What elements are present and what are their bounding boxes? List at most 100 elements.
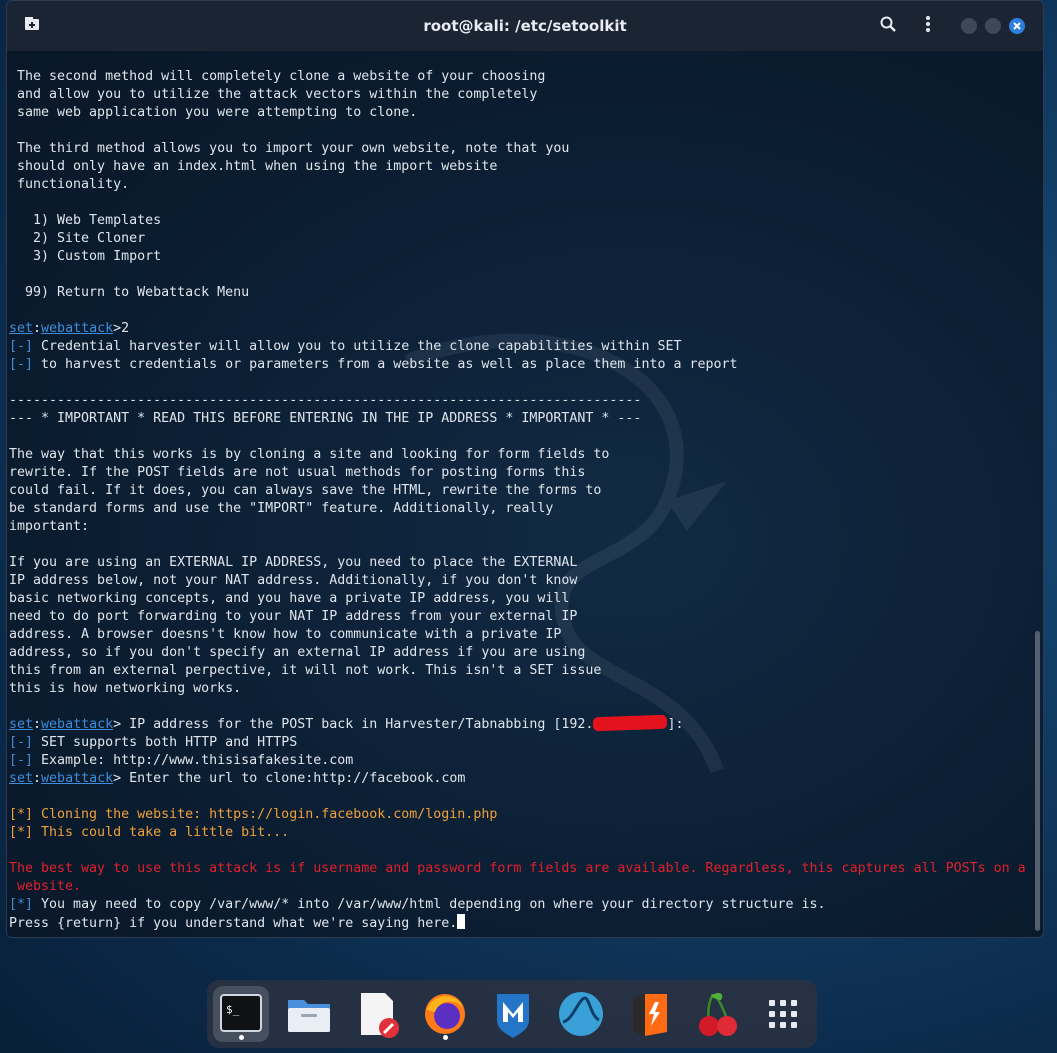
terminal-text-segment: to harvest credentials or parameters fro… <box>33 357 738 372</box>
terminal-text-segment: [-] <box>9 357 34 372</box>
terminal-text-segment: 2) Site Cloner <box>9 231 146 246</box>
terminal-line: [-] SET supports both HTTP and HTTPS <box>9 734 1026 752</box>
terminal-line: --- * IMPORTANT * READ THIS BEFORE ENTER… <box>9 410 1026 428</box>
terminal-text-segment: Credential harvester will allow you to u… <box>33 339 682 354</box>
dock-item-files[interactable] <box>281 986 337 1042</box>
terminal-text-segment: IP address below, not your NAT address. … <box>9 573 578 588</box>
terminal-line: should only have an index.html when usin… <box>9 158 1026 176</box>
menu-kebab-icon[interactable] <box>917 15 939 37</box>
terminal-line: [*] This could take a little bit... <box>9 824 1026 842</box>
dock-item-cherrytree[interactable] <box>689 986 745 1042</box>
terminal-window: root@kali: /etc/setoolkit The second met… <box>6 0 1044 938</box>
terminal-line: The second method will completely clone … <box>9 68 1026 86</box>
terminal-text-segment: set <box>9 321 34 336</box>
terminal-icon: $_ <box>220 994 262 1032</box>
search-icon[interactable] <box>877 15 899 37</box>
terminal-line: 2) Site Cloner <box>9 230 1026 248</box>
svg-text:$_: $_ <box>226 1003 240 1016</box>
terminal-line: [*] You may need to copy /var/www/* into… <box>9 896 1026 914</box>
terminal-text-segment: ----------------------------------------… <box>9 393 642 408</box>
dock-item-burpsuite[interactable] <box>621 986 677 1042</box>
maximize-button[interactable] <box>985 18 1001 34</box>
terminal-text-segment: website. <box>9 879 82 894</box>
terminal-line: [-] to harvest credentials or parameters… <box>9 356 1026 374</box>
text-editor-icon <box>361 993 399 1038</box>
terminal-text-segment: [*] This could take a little bit... <box>9 825 290 840</box>
terminal-line: [-] Example: http://www.thisisafakesite.… <box>9 752 1026 770</box>
terminal-line: website. <box>9 878 1026 896</box>
terminal-text-segment: important: <box>9 519 90 534</box>
terminal-line: ----------------------------------------… <box>9 392 1026 410</box>
terminal-line: 1) Web Templates <box>9 212 1026 230</box>
dock: $_ <box>207 980 817 1048</box>
title-bar[interactable]: root@kali: /etc/setoolkit <box>7 1 1043 51</box>
terminal-text-segment: Example: http://www.thisisafakesite.com <box>33 753 354 768</box>
terminal-text-segment: The third method allows you to import yo… <box>9 141 570 156</box>
terminal-line: 99) Return to Webattack Menu <box>9 284 1026 302</box>
terminal-text-segment: : <box>33 717 42 732</box>
terminal-line: this from an external perpective, it wil… <box>9 662 1026 680</box>
terminal-line: set:webattack> Enter the url to clone:ht… <box>9 770 1026 788</box>
dock-item-text-editor[interactable] <box>349 986 405 1042</box>
terminal-line: functionality. <box>9 176 1026 194</box>
terminal-area[interactable]: The second method will completely clone … <box>7 51 1043 937</box>
terminal-line: set:webattack> IP address for the POST b… <box>9 714 1026 734</box>
terminal-text-segment: You may need to copy /var/www/* into /va… <box>33 897 826 912</box>
terminal-line: need to do port forwarding to your NAT I… <box>9 608 1026 626</box>
dock-item-metasploit[interactable] <box>485 986 541 1042</box>
terminal-line: [*] Cloning the website: https://login.f… <box>9 806 1026 824</box>
dock-item-firefox[interactable] <box>417 986 473 1042</box>
terminal-text-segment: > IP address for the POST back in Harves… <box>113 717 594 732</box>
redacted-ip <box>593 714 668 732</box>
terminal-line: address. A browser doesns't know how to … <box>9 626 1026 644</box>
running-indicator <box>239 1035 244 1040</box>
terminal-line: this is how networking works. <box>9 680 1026 698</box>
terminal-text-segment: basic networking concepts, and you have … <box>9 591 570 606</box>
terminal-line: rewrite. If the POST fields are not usua… <box>9 464 1026 482</box>
terminal-text-segment: 3) Custom Import <box>9 249 162 264</box>
terminal-line: The way that this works is by cloning a … <box>9 446 1026 464</box>
firefox-icon <box>425 994 465 1034</box>
terminal-line: Press {return} if you understand what we… <box>9 914 1026 932</box>
terminal-line: 3) Custom Import <box>9 248 1026 266</box>
terminal-text-segment: could fail. If it does, you can always s… <box>9 483 602 498</box>
terminal-text-segment: be standard forms and use the "IMPORT" f… <box>9 501 554 516</box>
terminal-text-segment: The best way to use this attack is if us… <box>9 861 1026 876</box>
terminal-output: The second method will completely clone … <box>9 68 1026 932</box>
terminal-line: If you are using an EXTERNAL IP ADDRESS,… <box>9 554 1026 572</box>
terminal-line: The third method allows you to import yo… <box>9 140 1026 158</box>
terminal-text-segment: The second method will completely clone … <box>9 69 546 84</box>
terminal-text-segment: 1) Web Templates <box>9 213 162 228</box>
terminal-text-segment: [-] <box>9 735 34 750</box>
dock-item-terminal[interactable]: $_ <box>213 986 269 1042</box>
terminal-line: The best way to use this attack is if us… <box>9 860 1026 878</box>
terminal-text-segment: : <box>33 321 42 336</box>
terminal-line: basic networking concepts, and you have … <box>9 590 1026 608</box>
terminal-line: address, so if you don't specify an exte… <box>9 644 1026 662</box>
terminal-text-segment: : <box>33 771 42 786</box>
close-button[interactable] <box>1009 18 1025 34</box>
terminal-text-segment: set <box>9 771 34 786</box>
terminal-text-segment: [-] <box>9 339 34 354</box>
terminal-text-segment: set <box>9 717 34 732</box>
terminal-text-segment: rewrite. If the POST fields are not usua… <box>9 465 586 480</box>
terminal-text-segment: same web application you were attempting… <box>9 105 418 120</box>
close-icon <box>1013 22 1021 30</box>
terminal-line: same web application you were attempting… <box>9 104 1026 122</box>
metasploit-icon <box>497 994 529 1038</box>
dock-item-show-applications[interactable] <box>755 986 811 1042</box>
terminal-text-segment: address, so if you don't specify an exte… <box>9 645 586 660</box>
terminal-text-segment: should only have an index.html when usin… <box>9 159 498 174</box>
text-cursor <box>457 914 466 929</box>
minimize-button[interactable] <box>961 18 977 34</box>
terminal-text-segment: webattack <box>41 717 114 732</box>
scrollbar[interactable] <box>1035 631 1040 931</box>
dock-item-wireshark[interactable] <box>553 986 609 1042</box>
terminal-text-segment: this from an external perpective, it wil… <box>9 663 602 678</box>
